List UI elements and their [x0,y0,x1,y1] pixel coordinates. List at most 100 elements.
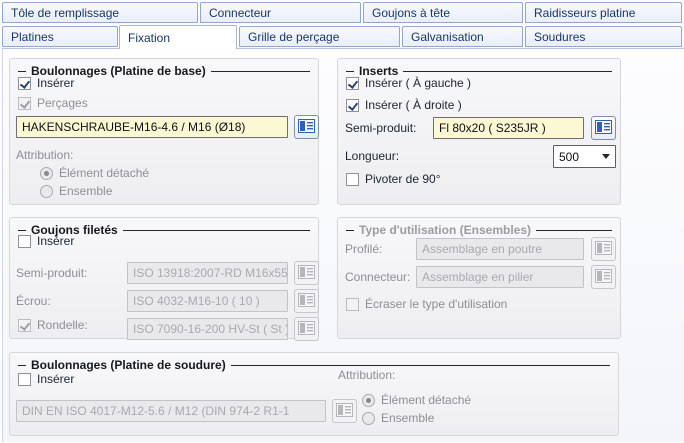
semi-produit-field: ISO 13918:2007-RD M16x55 - [127,262,288,284]
tab-page-fixation: Boulonnages (Platine de base) Insérer Pe… [2,48,684,442]
element-detache-radio-row: Élément détaché [40,166,149,180]
inserer-checkbox-row: Insérer [18,372,74,386]
pivoter-checkbox-row: Pivoter de 90° [346,172,441,186]
group-title: Boulonnages (Platine de soudure) [31,358,226,372]
tab-goujons-a-tete[interactable]: Goujons à tête [363,2,523,23]
tab-label: Grille de perçage [248,30,339,44]
ensemble-radio [362,412,375,425]
tab-connecteur[interactable]: Connecteur [200,2,361,23]
percages-checkbox-row: Perçages [18,96,88,110]
bolt-standard-field[interactable]: HAKENSCHRAUBE-M16-4.6 / M16 (Ø18) [16,116,288,138]
percages-label: Perçages [37,96,88,110]
inserer-gauche-label: Insérer ( À gauche ) [365,76,471,90]
element-detache-radio-row: Élément détaché [362,393,471,407]
catalog-icon [298,265,315,282]
connecteur-browse-button [591,265,616,289]
group-rule [123,230,310,231]
pivoter-checkbox[interactable] [346,173,359,186]
ecrou-browse-button [294,289,319,313]
catalog-icon [595,120,612,137]
inserer-droite-checkbox-row: Insérer ( À droite ) [346,98,462,112]
longueur-combobox[interactable]: 500 [553,145,616,168]
inserer-checkbox[interactable] [18,373,31,386]
tab-grille-de-percage[interactable]: Grille de perçage [239,26,400,47]
ecraser-checkbox-row: Écraser le type d'utilisation [346,297,507,311]
inserer-gauche-checkbox[interactable] [346,77,359,90]
tab-soudures[interactable]: Soudures [525,26,682,47]
profile-field: Assemblage en poutre [416,238,584,260]
profile-label: Profilé: [345,242,382,256]
tab-label: Platines [11,30,54,44]
profile-browse-button [591,237,616,261]
semi-produit-label: Semi-produit: [16,266,87,280]
ensemble-radio-row: Ensemble [40,184,112,198]
tab-label: Goujons à tête [372,6,450,20]
ecraser-label: Écraser le type d'utilisation [365,297,507,311]
inserer-label: Insérer [37,76,74,90]
attribution-label: Attribution: [338,368,395,382]
inserer-droite-checkbox[interactable] [346,99,359,112]
group-rule [536,230,612,231]
group-goujons-filetes: Goujons filetés Insérer Semi-produit: IS… [9,217,319,339]
catalog-icon [298,293,315,310]
inserer-checkbox-row: Insérer [18,76,74,90]
ensemble-label: Ensemble [59,184,112,198]
catalog-icon [298,321,315,338]
ensemble-radio-row: Ensemble [362,411,434,425]
rondelle-browse-button [294,317,319,341]
rondelle-field: ISO 7090-16-200 HV-St ( St ) [127,318,288,340]
tab-platines[interactable]: Platines [2,26,118,47]
pivoter-label: Pivoter de 90° [365,172,441,186]
tab-tole-de-remplissage[interactable]: Tôle de remplissage [2,2,198,23]
catalog-icon [336,403,353,420]
connecteur-field: Assemblage en pilier [416,266,584,288]
tab-label: Tôle de remplissage [11,6,119,20]
catalog-icon [595,241,612,258]
group-title: Type d'utilisation (Ensembles) [359,223,531,237]
group-inserts: Inserts Insérer ( À gauche ) Insérer ( À… [337,58,621,205]
rondelle-checkbox [18,319,31,332]
semi-produit-browse-button[interactable] [591,116,616,140]
tab-galvanisation[interactable]: Galvanisation [402,26,523,47]
attribution-label: Attribution: [16,148,73,162]
collapse-dash-icon [18,71,26,72]
collapse-dash-icon [346,71,354,72]
connecteur-label: Connecteur: [345,270,410,284]
tab-label: Connecteur [209,6,271,20]
collapse-dash-icon [346,230,354,231]
collapse-dash-icon [18,365,26,366]
element-detache-radio [40,167,53,180]
ecrou-field: ISO 4032-M16-10 ( 10 ) [127,290,288,312]
tab-label: Galvanisation [411,30,484,44]
collapse-dash-icon [18,230,26,231]
tab-raidisseurs-platine[interactable]: Raidisseurs platine [525,2,682,23]
semi-produit-field[interactable]: Fl 80x20 ( S235JR ) [433,117,584,139]
tab-label: Soudures [534,30,585,44]
longueur-label: Longueur: [345,149,399,163]
bolt-standard-field: DIN EN ISO 4017-M12-5.6 / M12 (DIN 974-2… [16,400,326,422]
rondelle-label: Rondelle: [37,318,88,332]
rondelle-checkbox-row: Rondelle: [18,318,88,332]
inserer-checkbox[interactable] [18,77,31,90]
bolt-catalog-browse-button[interactable] [294,115,319,139]
group-type-utilisation: Type d'utilisation (Ensembles) Profilé: … [337,217,621,339]
ensemble-radio [40,185,53,198]
ensemble-label: Ensemble [381,411,434,425]
inserer-gauche-checkbox-row: Insérer ( À gauche ) [346,76,471,90]
tab-fixation-active[interactable]: Fixation [119,25,237,49]
inserer-label: Insérer [37,234,74,248]
semi-produit-label: Semi-produit: [345,121,416,135]
group-rule [231,365,610,366]
element-detache-label: Élément détaché [59,166,149,180]
element-detache-radio [362,394,375,407]
chevron-down-icon [602,154,610,159]
group-header: Boulonnages (Platine de soudure) [18,358,610,372]
percages-checkbox [18,97,31,110]
group-rule [403,71,612,72]
inserer-checkbox[interactable] [18,235,31,248]
group-boulonnages-platine-soudure: Boulonnages (Platine de soudure) Insérer… [9,352,619,436]
group-header: Type d'utilisation (Ensembles) [346,223,612,237]
inserer-label: Insérer [37,372,74,386]
catalog-icon [595,269,612,286]
semi-produit-browse-button [294,261,319,285]
